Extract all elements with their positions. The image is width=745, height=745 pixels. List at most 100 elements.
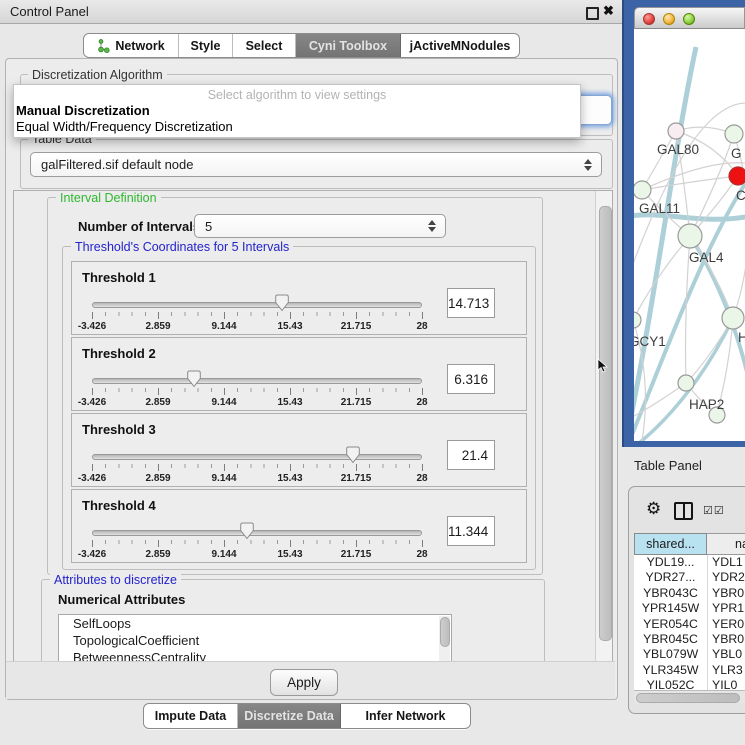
threshold-value-field[interactable]: 6.316 xyxy=(447,364,495,394)
node-gal80[interactable] xyxy=(668,123,684,139)
threshold-slider[interactable]: -3.426 2.859 9.144 15.43 21.715 28 xyxy=(92,530,422,536)
table-cell[interactable]: YPR145W xyxy=(634,601,708,616)
table-row[interactable]: YLR345WYLR3 xyxy=(634,663,745,678)
node-gal4[interactable] xyxy=(678,224,702,248)
tab-network-label: Network xyxy=(115,39,164,53)
slider-track[interactable] xyxy=(92,454,422,460)
slider-ticks-major xyxy=(92,464,423,471)
tab-select[interactable]: Select xyxy=(233,34,296,57)
table-row[interactable]: YER054CYER0 xyxy=(634,617,745,632)
number-of-intervals-value: 5 xyxy=(205,219,212,234)
network-canvas[interactable]: GAL80 G C GAL11 GAL4 GCY1 H HAP2 xyxy=(634,29,745,441)
table-row[interactable]: YBR045CYBR0 xyxy=(634,632,745,647)
table-row[interactable]: YDR27...YDR2 xyxy=(634,570,745,585)
table-row[interactable]: YBL079WYBL0 xyxy=(634,647,745,662)
algorithm-option-manual[interactable]: Manual Discretization xyxy=(16,103,150,118)
zoom-traffic-light-icon[interactable] xyxy=(683,13,695,25)
list-scrollbar[interactable] xyxy=(439,616,450,662)
table-cell[interactable]: YBL079W xyxy=(634,647,708,662)
tab-style[interactable]: Style xyxy=(179,34,233,57)
tab-infer-network[interactable]: Infer Network xyxy=(341,704,470,728)
tab-discretize-data-label: Discretize Data xyxy=(244,709,334,723)
pane-scrollbar-thumb[interactable] xyxy=(599,206,612,641)
algorithm-option-equal-width[interactable]: Equal Width/Frequency Discretization xyxy=(16,119,233,134)
network-window-titlebar[interactable] xyxy=(634,7,745,29)
mouse-cursor xyxy=(597,358,609,374)
node-table[interactable]: YDL19...YDL1 YDR27...YDR2 YBR043CYBR0 YP… xyxy=(634,555,745,693)
table-cell[interactable]: YBL0 xyxy=(708,647,745,662)
table-cell[interactable]: YLR345W xyxy=(634,663,708,678)
combobox-stepper-icon xyxy=(428,220,436,232)
table-cell[interactable]: YBR0 xyxy=(708,632,745,647)
threshold-value-field[interactable]: 21.4 xyxy=(447,440,495,470)
tab-jactivemnodules[interactable]: jActiveMNodules xyxy=(401,34,519,57)
scale-label: 28 xyxy=(416,397,427,408)
table-cell[interactable]: YDL19... xyxy=(634,555,708,570)
table-row[interactable]: YBR043CYBR0 xyxy=(634,586,745,601)
close-icon[interactable]: ✖ xyxy=(603,3,614,19)
table-cell[interactable]: YDR2 xyxy=(708,570,745,585)
table-cell[interactable]: YDR27... xyxy=(634,570,708,585)
slider-track[interactable] xyxy=(92,302,422,308)
list-item[interactable]: TopologicalCoefficient xyxy=(59,632,451,649)
column-header-shared[interactable]: shared... xyxy=(634,533,707,555)
tab-cyni-toolbox-label: Cyni Toolbox xyxy=(309,39,387,53)
table-cell[interactable]: YPR1 xyxy=(708,601,745,616)
node-partial-top[interactable] xyxy=(725,125,743,143)
numerical-attributes-list[interactable]: SelfLoops TopologicalCoefficient Between… xyxy=(58,614,452,662)
tab-impute-data[interactable]: Impute Data xyxy=(144,704,238,728)
table-hscrollbar-thumb[interactable] xyxy=(636,693,740,703)
tab-network[interactable]: Network xyxy=(84,34,179,57)
node-label-partial: H xyxy=(738,330,745,345)
gear-icon[interactable]: ⚙ xyxy=(646,500,661,517)
column-layout-icon[interactable] xyxy=(674,502,693,520)
threshold-slider[interactable]: -3.426 2.859 9.144 15.43 21.715 28 xyxy=(92,454,422,460)
scale-label: 9.144 xyxy=(211,473,236,484)
table-cell[interactable]: YDL1 xyxy=(708,555,745,570)
threshold-value-field[interactable]: 11.344 xyxy=(447,516,495,546)
threshold-value-field[interactable]: 14.713 xyxy=(447,288,495,318)
number-of-intervals-combobox[interactable]: 5 xyxy=(194,214,446,238)
checkbox-icon: ☑ xyxy=(703,505,714,517)
table-data-combobox[interactable]: galFiltered.sif default node xyxy=(30,152,602,177)
tab-cyni-toolbox[interactable]: Cyni Toolbox xyxy=(296,34,401,57)
slider-thumb[interactable] xyxy=(275,294,290,312)
table-cell[interactable]: YBR0 xyxy=(708,586,745,601)
table-cell[interactable]: YER0 xyxy=(708,617,745,632)
table-cell[interactable]: YBR043C xyxy=(634,586,708,601)
select-columns-icon[interactable]: ☑☑ xyxy=(703,504,725,517)
scale-label: 2.859 xyxy=(145,549,170,560)
slider-thumb[interactable] xyxy=(345,446,360,464)
node-hap2[interactable] xyxy=(678,375,694,391)
tab-style-label: Style xyxy=(191,39,221,53)
tab-discretize-data[interactable]: Discretize Data xyxy=(238,704,341,728)
node-gal11[interactable] xyxy=(634,181,651,199)
table-row[interactable]: YPR145WYPR1 xyxy=(634,601,745,616)
threshold-slider[interactable]: -3.426 2.859 9.144 15.43 21.715 28 xyxy=(92,378,422,384)
table-cell[interactable]: YLR3 xyxy=(708,663,745,678)
scale-label: 21.715 xyxy=(341,549,372,560)
list-item[interactable]: SelfLoops xyxy=(59,615,451,632)
slider-thumb[interactable] xyxy=(187,370,202,388)
control-panel-tabs: Network Style Select Cyni Toolbox jActiv… xyxy=(83,33,520,58)
minimize-traffic-light-icon[interactable] xyxy=(663,13,675,25)
slider-track[interactable] xyxy=(92,378,422,384)
list-scrollbar-thumb[interactable] xyxy=(440,617,450,647)
table-cell[interactable]: YER054C xyxy=(634,617,708,632)
slider-track[interactable] xyxy=(92,530,422,536)
table-row[interactable]: YDL19...YDL1 xyxy=(634,555,745,570)
table-hscrollbar[interactable] xyxy=(634,690,745,703)
node-h[interactable] xyxy=(722,307,744,329)
close-traffic-light-icon[interactable] xyxy=(643,13,655,25)
table-cell[interactable]: YBR045C xyxy=(634,632,708,647)
control-panel-title: Control Panel xyxy=(10,4,89,19)
float-window-icon[interactable] xyxy=(586,7,599,20)
pane-scrollbar[interactable] xyxy=(595,191,613,661)
node-highlighted[interactable] xyxy=(729,167,745,185)
column-header-name[interactable]: na xyxy=(707,533,745,555)
node-gcy1[interactable] xyxy=(634,312,641,328)
apply-button[interactable]: Apply xyxy=(270,669,338,696)
threshold-label: Threshold 1 xyxy=(82,270,156,285)
slider-thumb[interactable] xyxy=(240,522,255,540)
threshold-slider[interactable]: -3.426 2.859 9.144 15.43 21.715 28 xyxy=(92,302,422,308)
